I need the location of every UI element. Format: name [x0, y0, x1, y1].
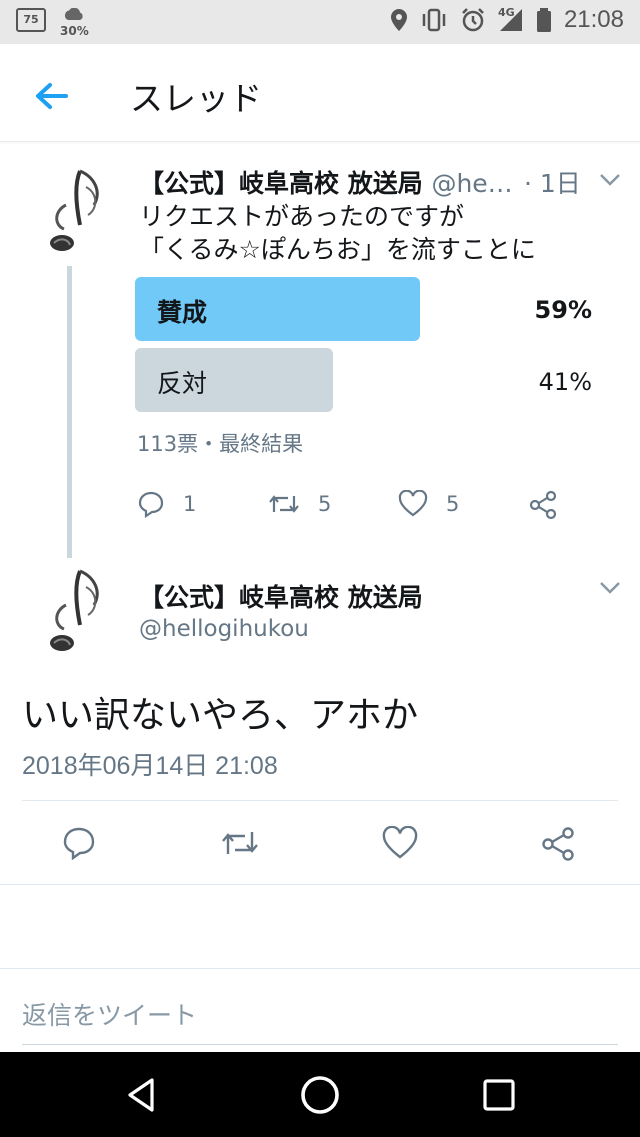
share-icon[interactable]: [528, 490, 558, 520]
tweet-author[interactable]: 【公式】岐阜高校 放送局 @he…: [139, 164, 513, 200]
android-nav-bar: [0, 1052, 640, 1137]
heart-icon[interactable]: [382, 826, 418, 860]
location-icon: [390, 9, 407, 31]
app-notification-icon: 75: [16, 8, 46, 32]
share-icon[interactable]: [540, 826, 576, 862]
like-count: 5: [446, 492, 460, 516]
reply-compose-input[interactable]: 返信をツイート: [22, 996, 197, 1032]
cloud-rain-icon: [64, 8, 83, 20]
retweet-icon[interactable]: [220, 826, 260, 860]
poll-option-bar: 賛成: [135, 277, 420, 341]
chevron-down-icon[interactable]: [598, 580, 622, 596]
author-handle: @he…: [431, 169, 513, 198]
alarm-icon: [462, 8, 484, 32]
weather-percent: 30%: [60, 24, 89, 38]
poll-option-label: 賛成: [157, 298, 208, 327]
poll-option-label: 反対: [157, 369, 208, 398]
author-name[interactable]: 【公式】岐阜高校 放送局: [139, 578, 423, 614]
divider: [22, 800, 618, 801]
reply-button[interactable]: 1: [137, 490, 196, 518]
avatar[interactable]: [36, 565, 112, 661]
back-triangle-icon[interactable]: [118, 1072, 164, 1118]
retweet-count: 5: [318, 492, 332, 516]
poll-summary: 113票・最終結果: [137, 432, 304, 456]
home-circle-icon[interactable]: [297, 1072, 343, 1118]
divider: [0, 884, 640, 885]
poll-option-percent: 41%: [538, 368, 592, 396]
poll-option-bar: 反対: [135, 348, 333, 412]
recents-square-icon[interactable]: [476, 1072, 522, 1118]
tweet-text: いい訳ないやろ、アホか: [22, 695, 419, 736]
retweet-button[interactable]: 5: [268, 490, 331, 518]
author-name: 【公式】岐阜高校 放送局: [139, 169, 423, 198]
tweet-text: リクエストがあったのですが 「くるみ☆ぽんちお」を流すことに: [139, 202, 536, 264]
avatar[interactable]: [36, 165, 112, 261]
weather-indicator: 30%: [60, 8, 94, 38]
tweet-date: 2018年06月14日 21:08: [22, 752, 278, 780]
page-title: スレッド: [130, 80, 262, 117]
status-bar: 75 30% 4G 21:08: [0, 0, 640, 44]
reply-count: 1: [183, 492, 197, 516]
compose-underline: [22, 1044, 618, 1045]
tweet-timestamp: · 1日: [524, 169, 581, 198]
clock: 21:08: [563, 6, 624, 33]
author-handle[interactable]: @hellogihukou: [139, 616, 309, 642]
divider: [0, 968, 640, 969]
reply-icon[interactable]: [62, 826, 96, 860]
app-header: スレッド: [0, 44, 640, 142]
thread-connector: [67, 266, 72, 558]
reply-icon: [138, 491, 164, 518]
retweet-icon: [269, 495, 299, 513]
poll-option-percent: 59%: [534, 296, 592, 324]
back-arrow-icon[interactable]: [30, 74, 74, 118]
vibrate-icon: [422, 8, 446, 32]
heart-icon: [398, 490, 428, 517]
battery-icon: [536, 8, 551, 32]
signal-icon: 4G: [497, 6, 524, 32]
chevron-down-icon[interactable]: [598, 172, 622, 188]
network-type: 4G: [497, 6, 515, 19]
like-button[interactable]: 5: [398, 490, 459, 518]
